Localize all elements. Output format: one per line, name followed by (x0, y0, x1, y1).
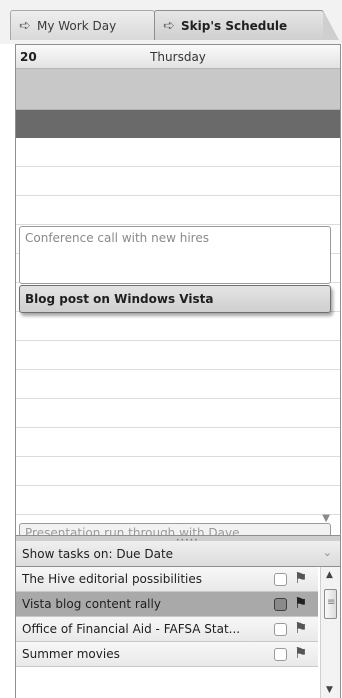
task-label: Vista blog content rally (22, 597, 161, 611)
flag-icon[interactable]: ⚑ (294, 594, 307, 612)
task-row-selected[interactable]: Vista blog content rally ⚑ (16, 592, 318, 617)
appointment-blog-post[interactable]: Blog post on Windows Vista (19, 285, 331, 313)
tab-skips-schedule[interactable]: ➪ Skip's Schedule (154, 10, 339, 40)
time-slot[interactable] (16, 312, 340, 341)
task-row[interactable]: The Hive editorial possibilities ⚑ (16, 567, 318, 592)
scroll-thumb[interactable] (324, 589, 337, 619)
date-header[interactable]: 20 Thursday (16, 45, 340, 69)
task-header-label: Show tasks on: Due Date (22, 546, 174, 561)
task-row[interactable]: Office of Financial Aid - FAFSA Stat... … (16, 617, 318, 642)
task-checkbox[interactable] (274, 598, 287, 611)
tab-label: My Work Day (37, 18, 117, 33)
date-number: 20 (20, 49, 37, 64)
scroll-up-icon[interactable]: ▲ (326, 570, 333, 580)
tab-my-work-day[interactable]: ➪ My Work Day (10, 10, 155, 40)
appointment-label: Conference call with new hires (25, 231, 209, 245)
time-slot[interactable] (16, 457, 340, 486)
time-slot[interactable] (16, 167, 340, 196)
time-slot[interactable] (16, 428, 340, 457)
task-scrollbar[interactable]: ▲ ▼ (320, 567, 340, 698)
task-checkbox[interactable] (274, 573, 287, 586)
arrow-right-icon: ➪ (163, 17, 175, 34)
time-slot[interactable] (16, 341, 340, 370)
appointment-label: Presentation run through with Dave (25, 526, 240, 536)
flag-icon[interactable]: ⚑ (294, 619, 307, 637)
task-label: Office of Financial Aid - FAFSA Stat... (22, 622, 241, 636)
appointment-label: Blog post on Windows Vista (25, 292, 214, 306)
task-header[interactable]: Show tasks on: Due Date ⌄ (15, 541, 341, 567)
task-row[interactable]: Summer movies ⚑ (16, 642, 318, 667)
task-list: The Hive editorial possibilities ⚑ Vista… (15, 567, 341, 698)
tab-strip: ➪ My Work Day ➪ Skip's Schedule (0, 0, 342, 44)
time-slot[interactable] (16, 370, 340, 399)
flag-icon[interactable]: ⚑ (294, 644, 307, 662)
day-name: Thursday (150, 49, 206, 64)
time-slot[interactable] (16, 399, 340, 428)
appointment-presentation[interactable]: Presentation run through with Dave (19, 523, 331, 536)
task-checkbox[interactable] (274, 623, 287, 636)
all-day-area[interactable] (16, 69, 340, 110)
arrow-right-icon: ➪ (19, 17, 31, 34)
time-slot[interactable] (16, 138, 340, 167)
calendar-day-view: 20 Thursday Conference call with new hir… (15, 44, 341, 536)
flag-icon[interactable]: ⚑ (294, 569, 307, 587)
task-label: The Hive editorial possibilities (22, 572, 203, 586)
time-slot[interactable] (16, 196, 340, 225)
chevron-double-down-icon[interactable]: ⌄ (323, 546, 332, 559)
task-checkbox[interactable] (274, 648, 287, 661)
appointment-conference-call[interactable]: Conference call with new hires (19, 226, 331, 284)
task-label: Summer movies (22, 647, 120, 661)
time-slot-selected[interactable] (16, 110, 340, 138)
tab-label: Skip's Schedule (181, 18, 288, 33)
scroll-down-icon[interactable]: ▼ (326, 685, 333, 695)
time-slot[interactable] (16, 486, 340, 515)
